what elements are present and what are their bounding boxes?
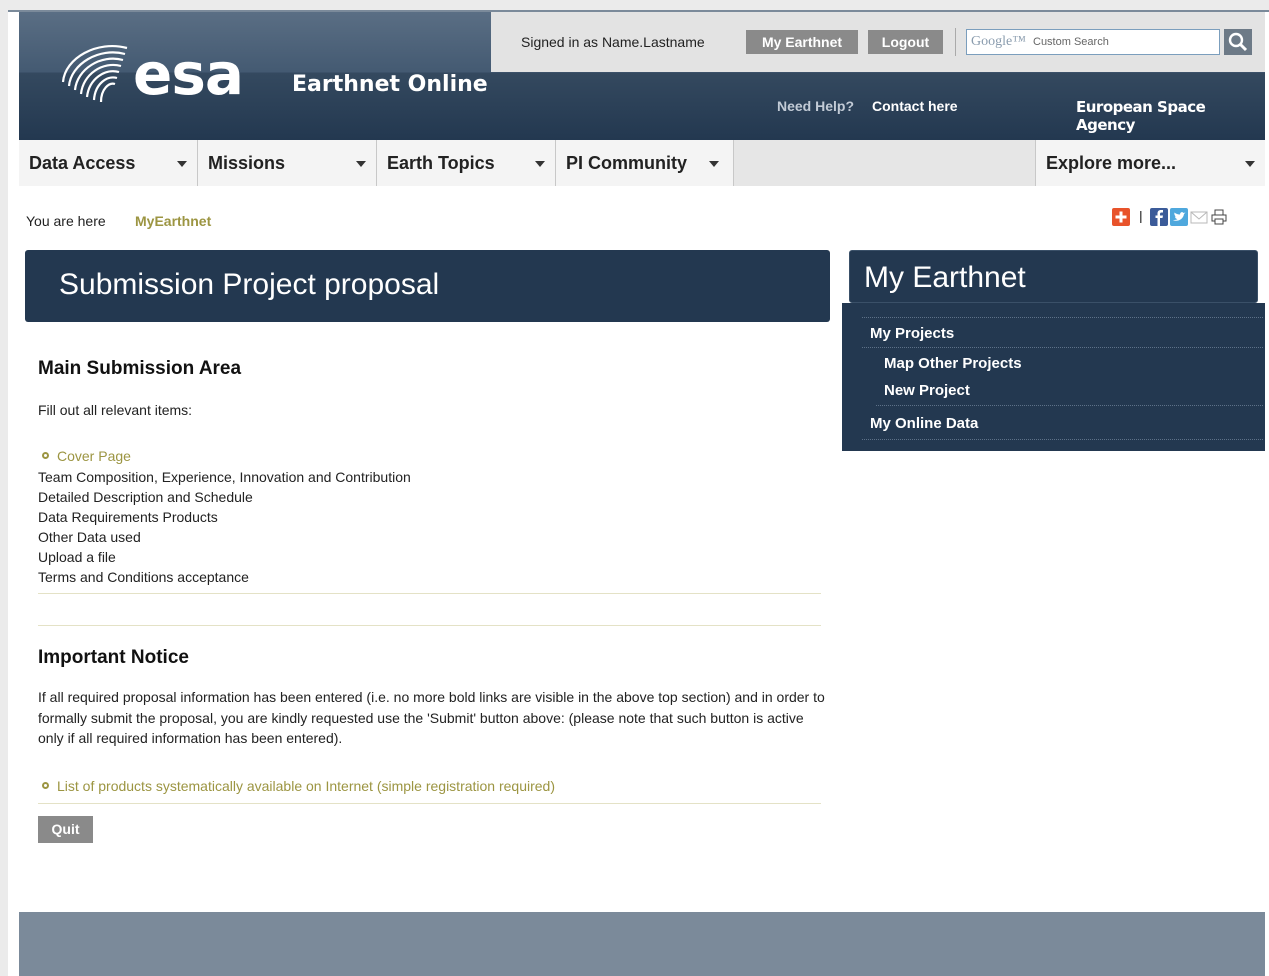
twitter-icon[interactable] [1170,208,1188,226]
site-title[interactable]: Earthnet Online [292,72,488,97]
breadcrumb-current[interactable]: MyEarthnet [135,213,211,229]
bullet-icon [42,452,49,460]
divider [38,625,821,626]
caret-down-icon [709,161,719,167]
cover-page-link[interactable]: Cover Page [57,448,131,464]
facebook-icon[interactable] [1150,208,1168,226]
section-heading-main: Main Submission Area [38,358,242,379]
breadcrumb-label: You are here [26,213,106,229]
sidebar-menu: My Projects Map Other Projects New Proje… [842,303,1265,451]
nav-item-explore-more[interactable]: Explore more... [1035,140,1265,186]
cover-page-item[interactable]: Cover Page [38,446,821,467]
nav-item-label: PI Community [566,153,688,173]
nav-item-data-access[interactable]: Data Access [19,140,198,186]
contact-link[interactable]: Contact here [872,98,958,114]
signed-in-text: Signed in as Name.Lastname [521,34,705,50]
divider [38,802,821,804]
divider [862,317,1263,318]
page-title-box: Submission Project proposal [25,250,830,322]
page-title: Submission Project proposal [59,268,440,301]
nav-item-earth-topics[interactable]: Earth Topics [377,140,556,186]
agency-link[interactable]: European Space Agency [1076,98,1265,134]
sidebar-item-my-online-data[interactable]: My Online Data [870,415,978,432]
divider [862,439,1263,440]
products-link[interactable]: List of products systematically availabl… [57,778,555,794]
caret-down-icon [356,161,366,167]
esa-logo[interactable]: esa [57,34,267,114]
esa-globe-icon [61,45,128,103]
main-content: Main Submission Area Fill out all releva… [38,332,825,856]
nav-item-label: Missions [208,153,286,173]
sidebar-title: My Earthnet [864,261,1026,294]
list-item[interactable]: Detailed Description and Schedule [38,487,821,507]
nav-item-pi-community[interactable]: PI Community [556,140,734,186]
list-item[interactable]: Terms and Conditions acceptance [38,567,821,587]
notice-text: If all required proposal information has… [38,689,825,746]
caret-down-icon [1245,161,1255,167]
instruction-text: Fill out all relevant items: [38,402,193,418]
divider [876,405,1263,406]
user-bar: Signed in as Name.Lastname My Earthnet L… [491,12,1265,72]
section-heading-notice: Important Notice [38,647,189,668]
logout-button[interactable]: Logout [868,30,943,54]
sidebar-item-my-projects[interactable]: My Projects [870,325,954,342]
bullet-icon [42,781,49,789]
caret-down-icon [177,161,187,167]
search-button[interactable] [1224,29,1252,55]
nav-item-label: Earth Topics [387,153,495,173]
page: esa Earthnet Online Signed in as Name.La… [8,10,1269,976]
list-item[interactable]: Team Composition, Experience, Innovation… [38,467,821,487]
divider [862,347,1263,348]
list-item[interactable]: Upload a file [38,547,821,567]
divider [955,28,956,56]
need-help-text: Need Help? [777,98,855,114]
separator-icon [1140,211,1142,223]
header: esa Earthnet Online Signed in as Name.La… [19,12,1265,140]
nav-item-label: Data Access [29,153,136,173]
my-earthnet-button[interactable]: My Earthnet [746,30,858,54]
add-share-icon[interactable] [1112,208,1130,226]
email-icon[interactable] [1190,208,1208,226]
nav-item-missions[interactable]: Missions [198,140,377,186]
print-icon[interactable] [1210,208,1228,226]
products-item[interactable]: List of products systematically availabl… [38,776,821,797]
caret-down-icon [535,161,545,167]
sidebar-item-new-project[interactable]: New Project [884,382,970,399]
list-item[interactable]: Data Requirements Products [38,507,821,527]
sidebar-title-box: My Earthnet [849,250,1258,303]
nav-item-label: Explore more... [1046,153,1177,173]
search-icon [1228,32,1248,52]
divider [38,593,821,594]
sidebar-item-map-other-projects[interactable]: Map Other Projects [884,355,1022,372]
footer [19,912,1265,976]
esa-logo-text: esa [133,40,244,108]
list-item[interactable]: Other Data used [38,527,821,547]
quit-button[interactable]: Quit [38,815,93,843]
main-nav: Data Access Missions Earth Topics PI Com… [19,140,1265,186]
google-brand: Google™ [971,34,1026,49]
